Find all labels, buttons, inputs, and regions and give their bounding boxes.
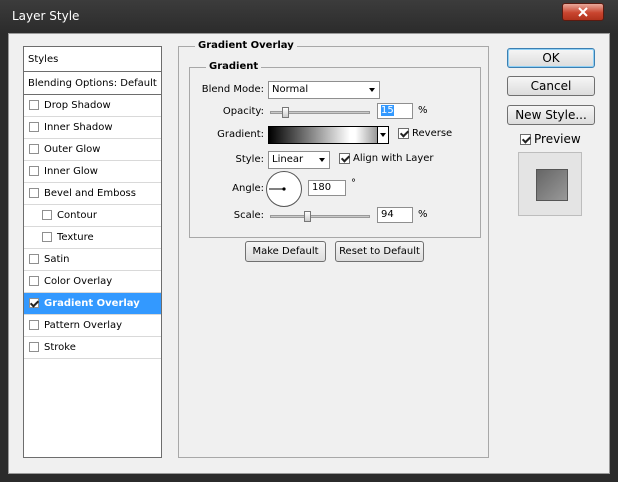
scale-value: 94 [381, 209, 394, 220]
layer-style-dialog: Layer Style Styles Blending Options: Def… [0, 0, 618, 482]
angle-label: Angle: [232, 183, 264, 194]
gradient-label: Gradient: [217, 129, 264, 140]
make-default-button[interactable]: Make Default [245, 241, 326, 262]
styles-list: Styles Blending Options: Default Drop Sh… [23, 46, 162, 458]
style-item-label: Gradient Overlay [44, 298, 140, 309]
chevron-down-icon [319, 158, 325, 162]
opacity-value: 15 [381, 105, 394, 116]
style-item-texture[interactable]: Texture [24, 227, 161, 249]
style-item-satin[interactable]: Satin [24, 249, 161, 271]
checkbox-box[interactable] [520, 133, 531, 145]
style-item-label: Inner Shadow [44, 122, 113, 133]
dialog-body: Styles Blending Options: Default Drop Sh… [8, 33, 610, 474]
opacity-input[interactable]: 15 [377, 103, 413, 119]
color-overlay-checkbox[interactable] [29, 276, 39, 286]
gradient-dropdown-button[interactable] [377, 126, 389, 144]
angle-unit: ° [351, 178, 356, 189]
opacity-slider-thumb[interactable] [282, 107, 289, 118]
style-item-label: Satin [44, 254, 70, 265]
opacity-unit: % [418, 105, 428, 116]
style-item-label: Pattern Overlay [44, 320, 123, 331]
align-with-layer-checkbox[interactable]: Align with Layer [339, 153, 434, 164]
style-item-drop-shadow[interactable]: Drop Shadow [24, 95, 161, 117]
style-select[interactable]: Linear [268, 151, 330, 169]
angle-input[interactable]: 180 [308, 180, 346, 196]
scale-unit: % [418, 209, 428, 220]
reverse-label: Reverse [412, 128, 453, 139]
new-style-button[interactable]: New Style... [507, 105, 595, 125]
style-item-contour[interactable]: Contour [24, 205, 161, 227]
reverse-checkbox[interactable]: Reverse [398, 128, 452, 139]
cancel-button[interactable]: Cancel [507, 76, 595, 96]
gradient-group: Gradient Blend Mode: Normal Opacity: 15 … [189, 61, 481, 238]
preview-thumbnail [518, 152, 582, 216]
satin-checkbox[interactable] [29, 254, 39, 264]
gradient-overlay-checkbox[interactable] [29, 298, 39, 308]
angle-needle-icon [269, 187, 286, 191]
contour-checkbox[interactable] [42, 210, 52, 220]
drop-shadow-checkbox[interactable] [29, 100, 39, 110]
angle-value: 180 [312, 182, 332, 193]
group-title: Gradient [206, 61, 262, 72]
gradient-picker[interactable] [268, 126, 378, 144]
checkbox-box[interactable] [398, 128, 409, 139]
preview-checkbox[interactable]: Preview [520, 132, 581, 146]
style-item-gradient-overlay[interactable]: Gradient Overlay [24, 293, 161, 315]
close-button[interactable] [562, 3, 604, 21]
inner-glow-checkbox[interactable] [29, 166, 39, 176]
ok-button[interactable]: OK [507, 48, 595, 68]
bevel-emboss-checkbox[interactable] [29, 188, 39, 198]
gradient-overlay-panel: Gradient Overlay Gradient Blend Mode: No… [178, 40, 489, 458]
pattern-overlay-checkbox[interactable] [29, 320, 39, 330]
inner-shadow-checkbox[interactable] [29, 122, 39, 132]
style-item-outer-glow[interactable]: Outer Glow [24, 139, 161, 161]
style-value: Linear [272, 154, 304, 165]
chevron-down-icon [369, 88, 375, 92]
blending-options-item[interactable]: Blending Options: Default [24, 72, 161, 95]
preview-swatch [536, 169, 568, 201]
style-item-label: Outer Glow [44, 144, 101, 155]
blend-mode-label: Blend Mode: [201, 84, 264, 95]
window-title: Layer Style [12, 9, 80, 23]
outer-glow-checkbox[interactable] [29, 144, 39, 154]
close-icon [578, 7, 588, 17]
style-item-label: Contour [57, 210, 97, 221]
style-item-inner-shadow[interactable]: Inner Shadow [24, 117, 161, 139]
style-item-label: Color Overlay [44, 276, 113, 287]
stroke-checkbox[interactable] [29, 342, 39, 352]
panel-title: Gradient Overlay [195, 40, 297, 51]
checkbox-box[interactable] [339, 153, 350, 164]
title-bar[interactable]: Layer Style [0, 0, 618, 34]
style-item-stroke[interactable]: Stroke [24, 337, 161, 359]
angle-dial[interactable] [266, 171, 302, 207]
styles-header[interactable]: Styles [24, 47, 161, 72]
scale-slider[interactable] [270, 215, 370, 218]
texture-checkbox[interactable] [42, 232, 52, 242]
style-item-label: Drop Shadow [44, 100, 111, 111]
style-item-bevel-emboss[interactable]: Bevel and Emboss [24, 183, 161, 205]
style-item-label: Texture [57, 232, 94, 243]
style-item-label: Bevel and Emboss [44, 188, 136, 199]
blend-mode-value: Normal [272, 84, 309, 95]
scale-input[interactable]: 94 [377, 207, 413, 223]
opacity-label: Opacity: [222, 106, 264, 117]
style-item-pattern-overlay[interactable]: Pattern Overlay [24, 315, 161, 337]
style-item-inner-glow[interactable]: Inner Glow [24, 161, 161, 183]
align-with-layer-label: Align with Layer [353, 153, 434, 164]
style-item-color-overlay[interactable]: Color Overlay [24, 271, 161, 293]
style-label: Style: [235, 154, 265, 165]
scale-slider-thumb[interactable] [304, 211, 311, 222]
preview-label: Preview [534, 132, 581, 146]
style-item-label: Inner Glow [44, 166, 98, 177]
reset-to-default-button[interactable]: Reset to Default [335, 241, 424, 262]
blend-mode-select[interactable]: Normal [268, 81, 380, 99]
style-item-label: Stroke [44, 342, 76, 353]
scale-label: Scale: [233, 210, 264, 221]
